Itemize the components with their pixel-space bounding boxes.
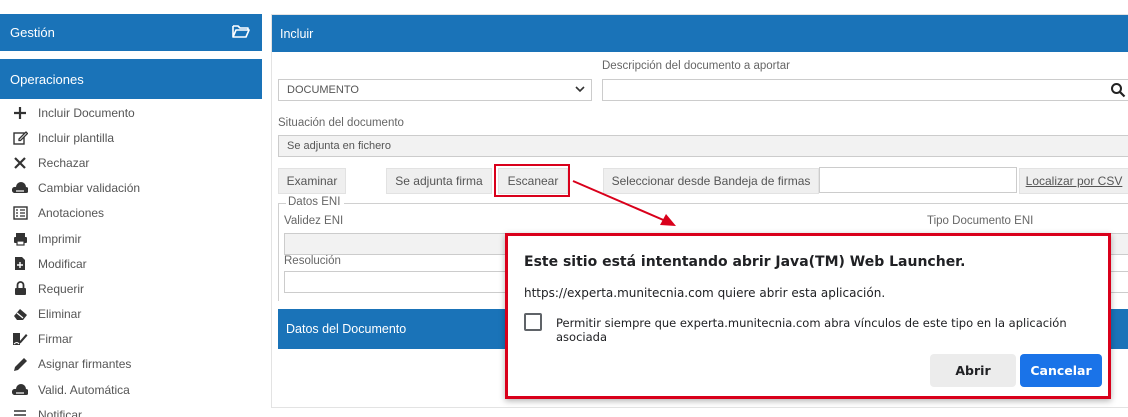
bandeja-firmas-label: Seleccionar desde Bandeja de firmas [611, 174, 811, 188]
dialog-title: Este sitio está intentando abrir Java(TM… [524, 254, 966, 270]
op-label: Asignar firmantes [38, 357, 132, 372]
csv-input[interactable] [819, 167, 1017, 193]
op-label: Incluir plantilla [38, 130, 115, 145]
op-label: Firmar [38, 332, 73, 347]
cloud-icon [12, 382, 28, 398]
printer-icon [12, 231, 28, 247]
op-label: Eliminar [38, 307, 82, 322]
situacion-label: Situación del documento [278, 117, 404, 129]
operaciones-header[interactable]: Operaciones [0, 59, 262, 99]
validez-eni-label: Validez ENI [284, 215, 344, 227]
close-icon [12, 155, 28, 171]
dialog-message: https://experta.munitecnia.com quiere ab… [524, 286, 886, 300]
datos-documento-bar[interactable]: Datos del Documento [278, 309, 508, 349]
incluir-title: Incluir [280, 26, 314, 41]
op-modificar[interactable]: Modificar [0, 251, 262, 276]
search-icon[interactable] [1110, 82, 1126, 98]
eraser-icon [12, 306, 28, 322]
bandeja-firmas-button[interactable]: Seleccionar desde Bandeja de firmas [603, 168, 819, 194]
datos-documento-bar-end [1110, 309, 1128, 349]
list-icon [12, 205, 28, 221]
always-allow-checkbox[interactable] [524, 313, 542, 331]
examinar-button[interactable]: Examinar [278, 168, 346, 194]
chevron-down-icon [575, 86, 585, 93]
op-requerir[interactable]: Requerir [0, 276, 262, 301]
op-label: Cambiar validación [38, 181, 141, 196]
op-label: Notificar [38, 407, 83, 417]
incluir-header: Incluir [272, 15, 1128, 52]
plus-icon [12, 105, 28, 121]
situacion-field[interactable]: Se adjunta en fichero [278, 135, 1128, 157]
descripcion-input[interactable] [602, 79, 1128, 101]
op-imprimir[interactable]: Imprimir [0, 226, 262, 251]
operations-list: Incluir Documento Incluir plantilla Rech… [0, 100, 262, 417]
abrir-button[interactable]: Abrir [930, 354, 1016, 387]
op-incluir-plantilla[interactable]: Incluir plantilla [0, 125, 262, 150]
operaciones-label: Operaciones [10, 71, 84, 87]
se-adjunta-firma-button[interactable]: Se adjunta firma [386, 168, 492, 194]
menu-icon [12, 407, 28, 417]
op-label: Imprimir [38, 231, 82, 246]
localizar-csv-button[interactable]: Localizar por CSV [1019, 168, 1128, 194]
cloud-icon [12, 180, 28, 196]
op-label: Modificar [38, 256, 87, 271]
localizar-csv-label: Localizar por CSV [1025, 174, 1123, 188]
edit-icon [12, 130, 28, 146]
op-label: Rechazar [38, 155, 90, 170]
op-rechazar[interactable]: Rechazar [0, 150, 262, 175]
fieldset-border [278, 203, 286, 204]
op-label: Requerir [38, 281, 85, 296]
op-label: Anotaciones [38, 206, 105, 221]
gestion-label: Gestión [10, 25, 55, 40]
se-adjunta-firma-label: Se adjunta firma [395, 174, 483, 188]
external-protocol-dialog: Este sitio está intentando abrir Java(TM… [505, 233, 1111, 399]
op-incluir-documento[interactable]: Incluir Documento [0, 100, 262, 125]
datos-documento-label: Datos del Documento [286, 322, 407, 336]
descripcion-label: Descripción del documento a aportar [602, 60, 790, 72]
gestion-header[interactable]: Gestión [0, 14, 262, 51]
lock-icon [12, 281, 28, 297]
situacion-value: Se adjunta en fichero [287, 140, 391, 152]
op-asignar-firmantes[interactable]: Asignar firmantes [0, 352, 262, 377]
cancelar-button[interactable]: Cancelar [1020, 354, 1102, 387]
pencil-icon [12, 356, 28, 372]
signature-icon [12, 331, 28, 347]
escanear-highlight [494, 164, 570, 197]
sidebar: Gestión Operaciones Incluir Documento In… [0, 0, 262, 417]
op-anotaciones[interactable]: Anotaciones [0, 201, 262, 226]
fieldset-border [344, 203, 1128, 204]
documento-select-value: DOCUMENTO [287, 84, 359, 96]
op-valid-automatica[interactable]: Valid. Automática [0, 377, 262, 402]
fieldset-border [278, 203, 279, 301]
datos-eni-legend: Datos ENI [288, 196, 341, 208]
file-edit-icon [12, 256, 28, 272]
op-firmar[interactable]: Firmar [0, 327, 262, 352]
op-cambiar-validacion[interactable]: Cambiar validación [0, 176, 262, 201]
folder-open-icon[interactable] [232, 24, 250, 38]
op-eliminar[interactable]: Eliminar [0, 302, 262, 327]
op-label: Incluir Documento [38, 105, 135, 120]
tipo-documento-eni-label: Tipo Documento ENI [927, 215, 1034, 227]
abrir-label: Abrir [955, 363, 991, 378]
op-label: Valid. Automática [38, 382, 130, 397]
examinar-label: Examinar [286, 174, 338, 188]
resolucion-label: Resolución [284, 255, 341, 267]
always-allow-label[interactable]: Permitir siempre que experta.munitecnia.… [556, 316, 1108, 344]
op-notificar[interactable]: Notificar [0, 402, 262, 417]
documento-select[interactable]: DOCUMENTO [278, 79, 592, 101]
cancelar-label: Cancelar [1030, 363, 1092, 378]
